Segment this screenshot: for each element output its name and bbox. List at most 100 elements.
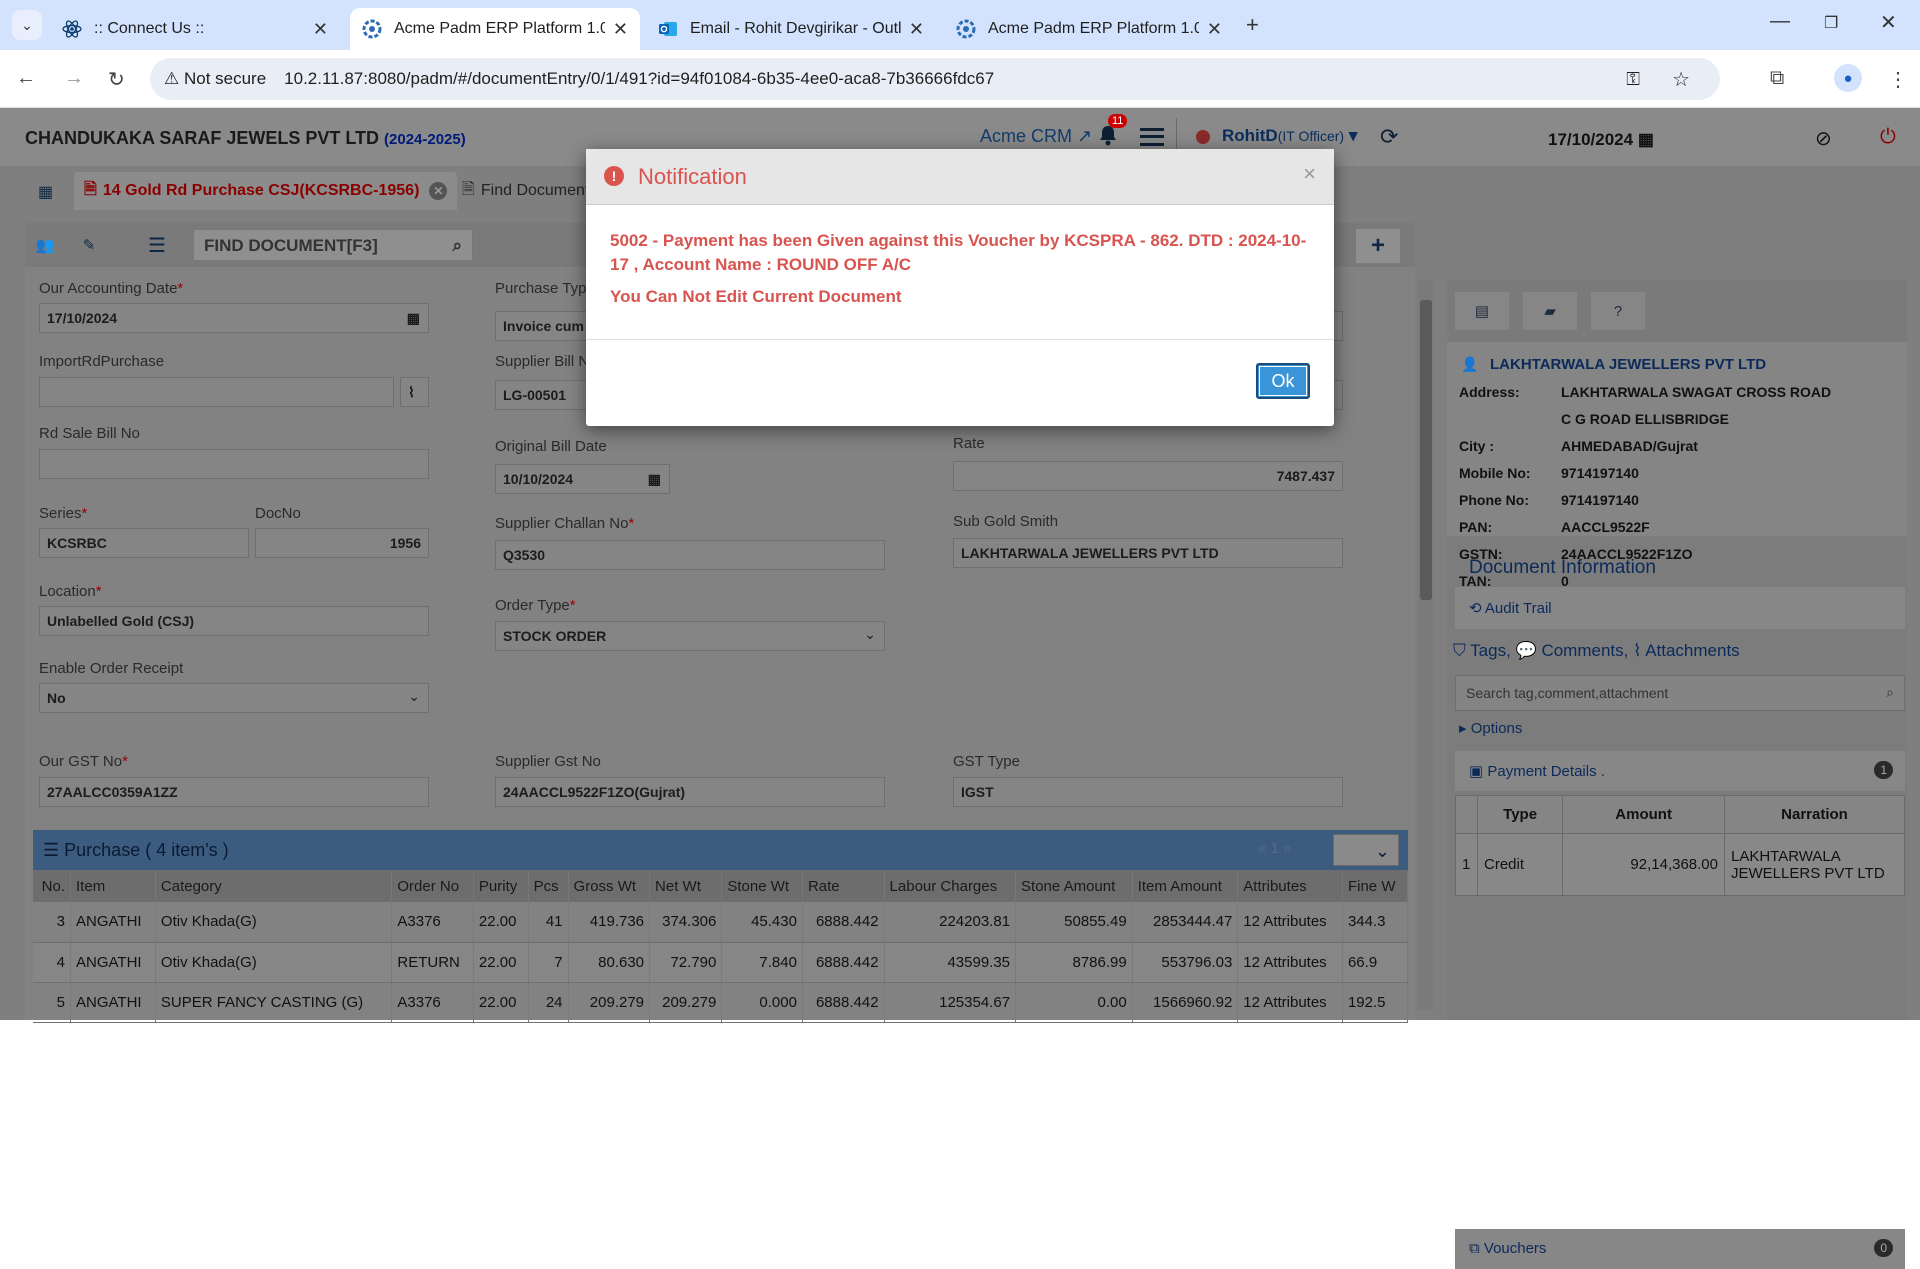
- vouchers-header[interactable]: ⧉ Vouchers 0: [1455, 1229, 1905, 1269]
- scrollbar-thumb[interactable]: [1420, 300, 1432, 600]
- close-icon[interactable]: ✕: [909, 19, 924, 40]
- tag-search-input[interactable]: Search tag,comment,attachment ⌕: [1455, 675, 1905, 711]
- find-document-input[interactable]: FIND DOCUMENT[F3] ⌕: [193, 229, 473, 261]
- gst-type-input[interactable]: IGST: [953, 777, 1343, 807]
- payment-table: Type Amount Narration 1 Credit 92,14,368…: [1455, 795, 1905, 896]
- grid-column-header[interactable]: Rate: [802, 870, 885, 902]
- address-bar[interactable]: ⚠ Not secure 10.2.11.87:8080/padm/#/docu…: [150, 58, 1720, 100]
- edit-icon[interactable]: ✎: [69, 229, 109, 261]
- crm-link[interactable]: Acme CRM ↗: [980, 126, 1092, 147]
- rd-sale-bill-input[interactable]: [39, 449, 429, 479]
- forward-arrow-icon[interactable]: →: [64, 67, 84, 90]
- new-tab-plus-icon[interactable]: +: [1246, 12, 1259, 38]
- table-row[interactable]: 5 ANGATHI SUPER FANCY CASTING (G) A3376 22.0…: [33, 982, 1409, 1023]
- side-toolbar: ▤ ▰ ?: [1447, 280, 1907, 342]
- tab-acme-erp-2[interactable]: Acme Padm ERP Platform 1.00 :: ✕: [944, 8, 1234, 50]
- location-input[interactable]: Unlabelled Gold (CSJ): [39, 606, 429, 636]
- help-question-icon[interactable]: ?: [1591, 292, 1645, 330]
- vendor-name[interactable]: LAKHTARWALA JEWELLERS PVT LTD: [1490, 356, 1766, 373]
- apps-grid-icon[interactable]: ▦: [38, 182, 53, 202]
- calendar-icon[interactable]: ▦: [407, 310, 420, 327]
- payment-details-header[interactable]: ▣ Payment Details .1: [1455, 751, 1905, 791]
- doc-tab-gold-purchase[interactable]: 🗎 14 Gold Rd Purchase CSJ(KCSRBC-1956) ✕: [74, 172, 458, 210]
- grid-column-header[interactable]: Stone Amount: [1015, 870, 1133, 902]
- docno-input[interactable]: 1956: [255, 528, 429, 558]
- sub-gold-smith-input[interactable]: LAKHTARWALA JEWELLERS PVT LTD: [953, 538, 1343, 568]
- tab-search-icon[interactable]: ⌄: [12, 10, 42, 40]
- grid-column-header[interactable]: Stone Wt: [721, 870, 803, 902]
- tab-connect-us[interactable]: :: Connect Us :: ✕: [50, 8, 340, 50]
- page-size-select[interactable]: ⌄: [1333, 834, 1399, 866]
- eye-hidden-icon[interactable]: ⊘: [1815, 126, 1832, 151]
- grid-column-header[interactable]: Fine W: [1342, 870, 1409, 902]
- our-gst-input[interactable]: 27AALCC0359A1ZZ: [39, 777, 429, 807]
- tab-outlook[interactable]: Email - Rohit Devgirikar - Outlook ✕: [646, 8, 936, 50]
- comments-link[interactable]: 💬 Comments,: [1516, 641, 1629, 660]
- refresh-icon[interactable]: ⟳: [1380, 124, 1398, 150]
- key-icon[interactable]: ⚿: [1626, 69, 1640, 90]
- city-label: City :: [1459, 438, 1494, 454]
- options-toggle[interactable]: ▸ Options: [1459, 719, 1522, 737]
- attachment-paperclip-icon[interactable]: ⌇: [400, 377, 429, 407]
- profile-avatar-icon[interactable]: ●: [1834, 64, 1862, 92]
- table-row[interactable]: 3 ANGATHI Otiv Khada(G) A3376 22.00 41 419.736…: [33, 902, 1409, 943]
- table-row[interactable]: 4 ANGATHI Otiv Khada(G) RETURN 22.00 7 80.630 7…: [33, 942, 1409, 983]
- restore-icon[interactable]: ❐: [1824, 13, 1838, 33]
- kebab-menu-icon[interactable]: ⋮: [1888, 67, 1908, 92]
- order-type-select[interactable]: STOCK ORDER ⌄: [495, 621, 885, 651]
- minimize-icon[interactable]: —: [1770, 10, 1790, 33]
- close-icon[interactable]: ✕: [613, 19, 628, 40]
- grid-column-header[interactable]: Gross Wt: [568, 870, 651, 902]
- add-button[interactable]: +: [1356, 229, 1400, 263]
- grid-column-header[interactable]: Order No: [391, 870, 474, 902]
- not-secure-indicator[interactable]: ⚠ Not secure: [164, 69, 266, 89]
- ok-button[interactable]: Ok: [1256, 363, 1310, 399]
- book-icon[interactable]: ▰: [1523, 292, 1577, 330]
- extensions-puzzle-icon[interactable]: ⧉: [1770, 67, 1784, 90]
- pager[interactable]: « 1 »: [1258, 840, 1291, 857]
- user-menu[interactable]: RohitD(IT Officer) ▾: [1222, 126, 1357, 146]
- grid-cell: 24: [528, 982, 569, 1023]
- accounting-date-input[interactable]: 17/10/2024 ▦: [39, 303, 429, 333]
- attachments-link[interactable]: ⌇ Attachments: [1633, 641, 1740, 660]
- calendar-icon[interactable]: ▦: [648, 471, 661, 488]
- grid-column-header[interactable]: No.: [33, 870, 72, 902]
- power-icon[interactable]: ⏻: [1880, 126, 1896, 149]
- grid-column-header[interactable]: Item Amount: [1132, 870, 1239, 902]
- reload-icon[interactable]: ↻: [108, 67, 125, 92]
- supplier-gst-input[interactable]: 24AACCL9522F1ZO(Gujrat): [495, 777, 885, 807]
- form-scrollbar[interactable]: [1418, 280, 1434, 1010]
- rate-input[interactable]: 7487.437: [953, 461, 1343, 491]
- doc-tab-find-document[interactable]: 🗎 Find Document: [452, 172, 599, 210]
- server-menu-icon[interactable]: [1140, 128, 1164, 146]
- star-bookmark-icon[interactable]: ☆: [1672, 67, 1690, 92]
- back-arrow-icon[interactable]: ←: [16, 67, 36, 90]
- search-icon[interactable]: ⌕: [452, 236, 462, 256]
- search-icon[interactable]: ⌕: [1886, 684, 1894, 701]
- series-input[interactable]: KCSRBC: [39, 528, 249, 558]
- grid-column-header[interactable]: Labour Charges: [884, 870, 1017, 902]
- list-icon[interactable]: ☰: [137, 229, 177, 261]
- tags-link[interactable]: ⛉ Tags,: [1453, 641, 1511, 660]
- chevron-down-icon: ⌄: [408, 688, 420, 704]
- close-tab-icon[interactable]: ✕: [429, 182, 448, 200]
- grid-column-header[interactable]: Net Wt: [649, 870, 723, 902]
- card-icon[interactable]: ▤: [1455, 292, 1509, 330]
- current-date[interactable]: 17/10/2024 ▦: [1548, 130, 1654, 150]
- users-icon[interactable]: 👥: [25, 229, 65, 261]
- enable-order-receipt-select[interactable]: No ⌄: [39, 683, 429, 713]
- grid-column-header[interactable]: Item: [70, 870, 156, 902]
- modal-close-icon[interactable]: ×: [1303, 161, 1316, 187]
- audit-trail-link[interactable]: ⟲ Audit Trail: [1455, 587, 1905, 629]
- close-icon[interactable]: ✕: [313, 19, 328, 40]
- tab-acme-erp-active[interactable]: Acme Padm ERP Platform 1.00 :: ✕: [350, 8, 640, 50]
- grid-column-header[interactable]: Purity: [473, 870, 529, 902]
- window-close-icon[interactable]: ✕: [1880, 10, 1897, 35]
- original-bill-date-input[interactable]: 10/10/2024 ▦: [495, 464, 670, 494]
- supplier-challan-input[interactable]: Q3530: [495, 540, 885, 570]
- close-icon[interactable]: ✕: [1207, 19, 1222, 40]
- grid-column-header[interactable]: Pcs: [528, 870, 569, 902]
- grid-column-header[interactable]: Attributes: [1237, 870, 1343, 902]
- grid-column-header[interactable]: Category: [155, 870, 393, 902]
- import-rd-purchase-input[interactable]: [39, 377, 394, 407]
